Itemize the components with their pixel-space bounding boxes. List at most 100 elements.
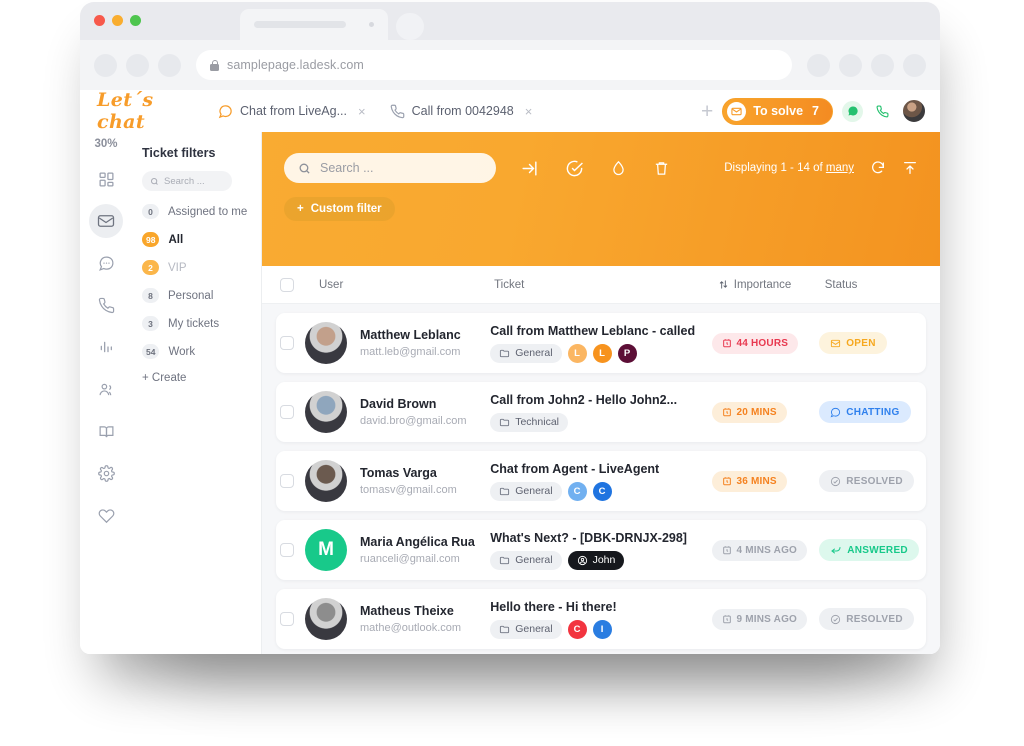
sidebar-item-dashboard[interactable] (89, 162, 123, 196)
displaying-many-link[interactable]: many (826, 162, 854, 174)
folder-tag[interactable]: Technical (490, 412, 568, 432)
ticket-subject[interactable]: Call from John2 - Hello John2... (490, 393, 711, 407)
clock-icon (722, 545, 732, 555)
to-solve-button[interactable]: To solve 7 (722, 97, 833, 125)
app-logo[interactable]: Let´s chat (80, 89, 208, 133)
agent-tag[interactable]: John (567, 550, 625, 570)
user-email: tomasv@gmail.com (360, 484, 457, 496)
tag-circle[interactable]: I (592, 619, 612, 639)
sidebar-item-contacts[interactable] (89, 372, 123, 406)
row-checkbox[interactable] (280, 336, 294, 350)
select-all-checkbox[interactable] (280, 277, 294, 292)
sidebar-item-chats[interactable] (89, 246, 123, 280)
ticket-subject[interactable]: What's Next? - [DBK-DRNJX-298] (490, 531, 711, 545)
table-row[interactable]: Matthew Leblanc matt.leb@gmail.com Call fr… (276, 313, 926, 373)
refresh-icon[interactable] (870, 160, 886, 176)
filter-assigned-to-me[interactable]: 0 Assigned to me (142, 204, 261, 219)
filter-my-tickets[interactable]: 3 My tickets (142, 316, 261, 331)
filter-all[interactable]: 98 All (142, 232, 261, 247)
add-button[interactable]: + (701, 101, 713, 122)
app-body: 30% Ticket filters Search ... 0 Assigned… (80, 90, 940, 654)
user-email: matt.leb@gmail.com (360, 346, 461, 358)
extensions-button[interactable] (807, 53, 830, 77)
browser-tab-close-icon[interactable] (369, 22, 374, 27)
row-checkbox[interactable] (280, 405, 294, 419)
tab-close-icon[interactable]: × (525, 104, 533, 119)
custom-filter-label: Custom filter (310, 203, 382, 215)
chat-status-icon[interactable] (842, 100, 863, 122)
filter-personal[interactable]: 8 Personal (142, 288, 261, 303)
profile-button[interactable] (839, 53, 862, 77)
sidebar-item-reports[interactable] (89, 330, 123, 364)
tag-circle[interactable]: P (617, 343, 637, 363)
sidebar-item-tickets[interactable] (89, 204, 123, 238)
tag-circle[interactable]: L (592, 343, 612, 363)
tickets-table: User Ticket Importance Status Matthew Le… (262, 266, 940, 654)
folder-tag[interactable]: General (490, 550, 562, 570)
sidebar-item-calls[interactable] (89, 288, 123, 322)
ticket-subject[interactable]: Chat from Agent - LiveAgent (490, 462, 711, 476)
column-header-importance[interactable]: Importance (718, 279, 825, 291)
table-row[interactable]: Matheus Theixe mathe@outlook.com Hello the… (276, 589, 926, 649)
status-cell: RESOLVED (819, 470, 922, 492)
row-checkbox[interactable] (280, 612, 294, 626)
table-row[interactable]: Tomas Varga tomasv@gmail.com Chat from Age… (276, 451, 926, 511)
folder-tag[interactable]: General (490, 343, 562, 363)
tag-circle[interactable]: C (567, 619, 587, 639)
ticket-subject[interactable]: Call from Matthew Leblanc - called (490, 324, 711, 338)
filter-work[interactable]: 54 Work (142, 344, 261, 359)
table-row[interactable]: David Brown david.bro@gmail.com Call from … (276, 382, 926, 442)
table-row[interactable]: M Maria Angélica Rua ruanceli@gmail.com Wha… (276, 520, 926, 580)
new-tab-button[interactable] (396, 13, 424, 40)
status-badge: RESOLVED (819, 470, 914, 492)
sidebar-item-settings[interactable] (89, 456, 123, 490)
tag-circle[interactable]: C (592, 481, 612, 501)
tag-circle[interactable]: C (567, 481, 587, 501)
folder-tag[interactable]: General (490, 481, 562, 501)
status-badge: ANSWERED (819, 539, 919, 561)
menu-button[interactable] (903, 53, 926, 77)
create-filter-button[interactable]: + Create (142, 372, 261, 384)
transfer-icon[interactable] (520, 159, 539, 178)
row-checkbox[interactable] (280, 474, 294, 488)
filters-search-input[interactable]: Search ... (142, 171, 232, 191)
tab-call-from-0042948[interactable]: Call from 0042948 × (380, 100, 543, 123)
folder-tag[interactable]: General (490, 619, 562, 639)
column-header-importance-label: Importance (733, 278, 792, 291)
trash-icon[interactable] (653, 159, 670, 178)
folder-label: General (515, 623, 553, 635)
contacts-icon (98, 381, 115, 398)
reload-button[interactable] (158, 53, 181, 77)
maximize-button[interactable] (130, 15, 141, 26)
custom-filter-button[interactable]: + Custom filter (284, 197, 395, 221)
row-checkbox[interactable] (280, 543, 294, 557)
chart-icon (98, 339, 114, 355)
filter-vip[interactable]: 2 VIP (142, 260, 261, 275)
spam-flame-icon[interactable] (610, 159, 627, 178)
bulk-actions (520, 159, 670, 178)
browser-titlebar (80, 2, 940, 40)
tab-close-icon[interactable]: × (358, 104, 366, 119)
export-icon[interactable] (902, 160, 918, 176)
browser-toolbar: samplepage.ladesk.com (80, 40, 940, 90)
search-input[interactable]: Search ... (284, 153, 496, 183)
open-icon (830, 338, 841, 349)
close-button[interactable] (94, 15, 105, 26)
browser-tab[interactable] (240, 9, 388, 40)
back-button[interactable] (94, 53, 117, 77)
tag-circle[interactable]: L (567, 343, 587, 363)
resolve-check-icon[interactable] (565, 159, 584, 178)
folder-icon (499, 486, 510, 497)
sidebar-item-knowledge-base[interactable] (89, 414, 123, 448)
ticket-filters-title: Ticket filters (142, 146, 216, 160)
sidebar-item-favorites[interactable] (89, 498, 123, 532)
ticket-subject[interactable]: Hello there - Hi there! (490, 600, 711, 614)
bookmark-button[interactable] (871, 53, 894, 77)
forward-button[interactable] (126, 53, 149, 77)
call-status-icon[interactable] (872, 101, 893, 122)
address-bar[interactable]: samplepage.ladesk.com (196, 50, 792, 80)
minimize-button[interactable] (112, 15, 123, 26)
tab-chat-from-liveagent[interactable]: Chat from LiveAg... × (208, 100, 376, 123)
avatar[interactable] (902, 99, 926, 123)
ticket-cell: Call from Matthew Leblanc - called Genera… (490, 324, 711, 363)
